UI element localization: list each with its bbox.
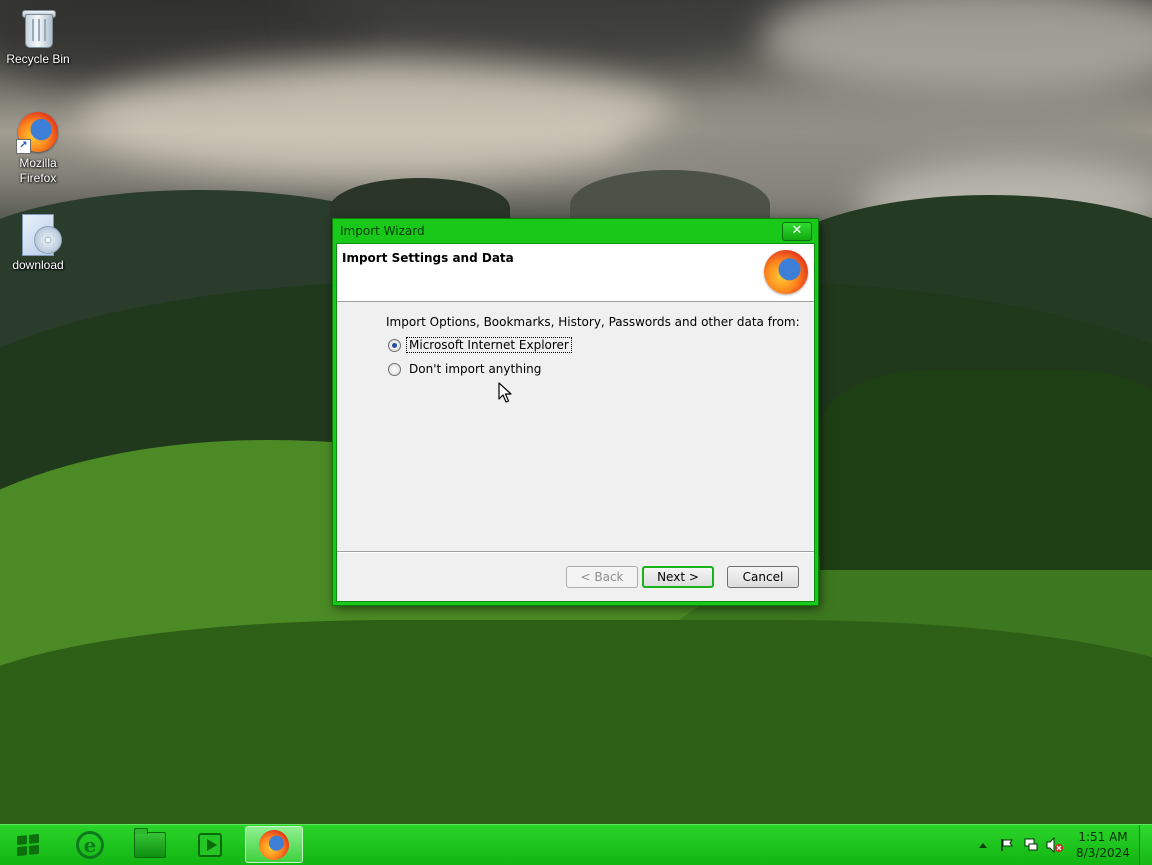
volume-muted-icon[interactable] (1046, 836, 1064, 854)
recycle-bin-icon (16, 6, 60, 50)
start-button[interactable] (6, 828, 50, 862)
firefox-logo-icon (764, 250, 808, 294)
radio-button[interactable] (388, 362, 401, 376)
internet-explorer-icon: e (76, 830, 104, 859)
taskbar: e 1:51 AM 8/3/2024 (0, 824, 1152, 865)
option-label[interactable]: Microsoft Internet Explorer (406, 337, 572, 353)
firefox-icon: ↗ (16, 110, 60, 154)
installer-disc-icon (16, 212, 62, 256)
close-icon: ✕ (791, 223, 803, 238)
taskbar-internet-explorer[interactable]: e (61, 826, 119, 863)
shortcut-arrow-icon: ↗ (16, 139, 31, 154)
next-button[interactable]: Next > (642, 566, 714, 588)
desktop-icon-mozilla-firefox[interactable]: ↗ Mozilla Firefox (0, 110, 76, 186)
action-center-flag-icon[interactable] (998, 836, 1016, 854)
dialog-client-area: Import Settings and Data Import Options,… (336, 243, 815, 602)
close-button[interactable]: ✕ (782, 222, 812, 241)
clock[interactable]: 1:51 AM 8/3/2024 (1067, 829, 1139, 861)
footer-divider (337, 551, 814, 553)
option-microsoft-internet-explorer[interactable]: Microsoft Internet Explorer (388, 336, 572, 354)
mouse-cursor-icon (498, 382, 512, 403)
desktop-icon-label: Recycle Bin (6, 52, 70, 66)
show-desktop-button[interactable] (1139, 825, 1152, 865)
desktop-icon-label: download (12, 258, 64, 272)
show-hidden-icons-icon[interactable] (974, 836, 992, 854)
firefox-icon (259, 829, 289, 860)
desktop-icon-recycle-bin[interactable]: Recycle Bin (0, 6, 76, 67)
taskbar-file-explorer[interactable] (121, 826, 179, 863)
start-orb-icon (17, 833, 39, 857)
wizard-header: Import Settings and Data (337, 244, 814, 302)
network-icon[interactable] (1022, 836, 1040, 854)
back-button[interactable]: < Back (566, 566, 638, 588)
dialog-title: Import Wizard (340, 224, 425, 238)
import-wizard-dialog: Import Wizard ✕ Import Settings and Data… (333, 219, 818, 605)
dialog-titlebar[interactable]: Import Wizard ✕ (333, 219, 818, 243)
taskbar-media-player[interactable] (181, 826, 239, 863)
import-prompt: Import Options, Bookmarks, History, Pass… (386, 315, 800, 329)
clock-date: 8/3/2024 (1076, 846, 1130, 860)
option-dont-import[interactable]: Don't import anything (388, 360, 543, 378)
radio-button-selected[interactable] (388, 338, 401, 352)
media-player-icon (198, 832, 222, 857)
file-explorer-icon (134, 827, 166, 858)
cancel-button[interactable]: Cancel (727, 566, 799, 588)
taskbar-firefox[interactable] (245, 826, 303, 863)
clock-time: 1:51 AM (1078, 830, 1128, 844)
desktop-icon-download[interactable]: download (0, 212, 76, 273)
desktop-icon-label: Mozilla Firefox (19, 156, 57, 185)
wizard-page-title: Import Settings and Data (342, 251, 514, 265)
option-label[interactable]: Don't import anything (407, 362, 543, 376)
system-tray: 1:51 AM 8/3/2024 (971, 825, 1152, 865)
